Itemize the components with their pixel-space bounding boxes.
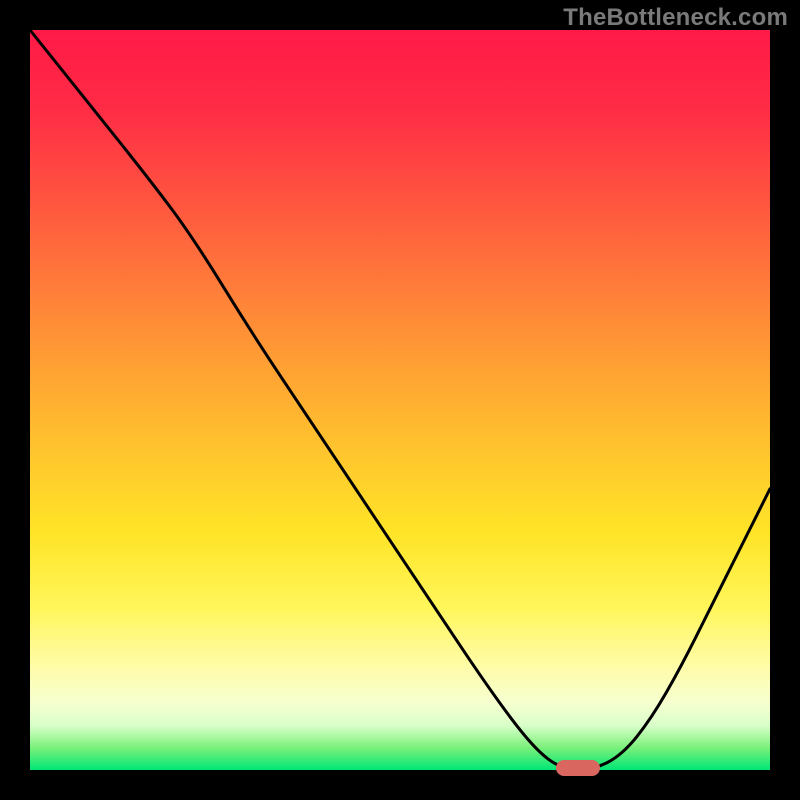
optimal-marker [556, 760, 600, 776]
chart-frame: TheBottleneck.com [0, 0, 800, 800]
gradient-plot-area [30, 30, 770, 770]
bottleneck-curve [30, 30, 770, 770]
watermark-text: TheBottleneck.com [563, 4, 788, 32]
